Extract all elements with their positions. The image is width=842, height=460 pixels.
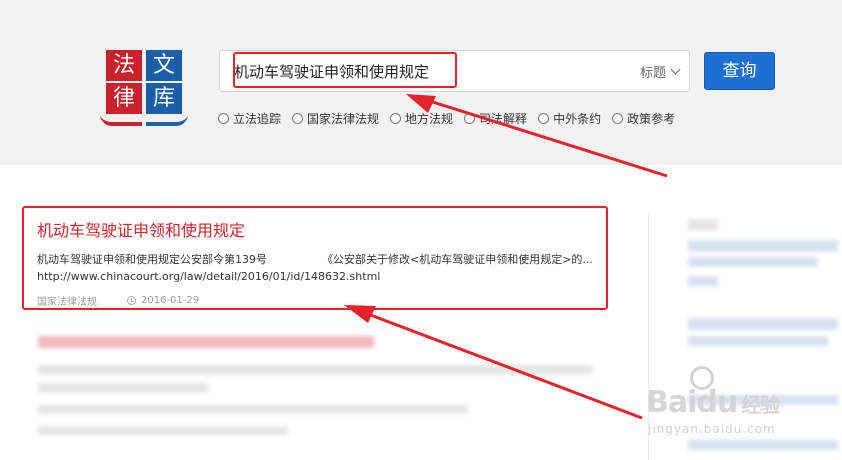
baidu-jingyan-watermark: Baidu 经验 jingyan.baidu.com [640,360,840,460]
radio-label: 国家法律法规 [307,112,380,126]
blurred-line [38,365,593,375]
result-snippet: 机动车驾驶证申领和使用规定公安部令第139号 [37,253,267,266]
result-meta: 国家法律法规 2016-01-29 [37,293,199,308]
field-select[interactable]: 标题 [639,62,681,81]
blurred-line [38,405,468,414]
blurred-line [688,318,838,330]
logo-char-1: 法 [106,50,142,81]
blurred-title [38,336,374,348]
radio-legislation-tracking[interactable]: 立法追踪 [218,110,281,127]
radio-treaties[interactable]: 中外条约 [538,110,601,127]
radio-label: 地方法规 [405,112,454,126]
radio-national-laws[interactable]: 国家法律法规 [292,110,379,127]
radio-icon [464,113,476,124]
blurred-line [688,257,818,267]
blurred-line [688,276,718,286]
site-logo[interactable]: 法 文 律 库 [96,48,192,136]
arrow-to-result [344,305,643,420]
result-url[interactable]: http://www.chinacourt.org/law/detail/201… [37,270,380,283]
result-snippet-continued: 《公安部关于修改<机动车驾驶证申领和使用规定>的... [322,253,593,266]
radio-icon [612,113,624,124]
logo-char-2: 文 [146,50,182,81]
radio-icon [292,113,304,124]
query-button[interactable]: 查询 [704,52,775,90]
radio-local-regulations[interactable]: 地方法规 [390,110,453,127]
radio-judicial-interpretation[interactable]: 司法解释 [464,110,527,127]
search-input[interactable] [234,59,594,83]
radio-icon [390,113,402,124]
watermark-brand: Baidu 经验 [646,385,780,420]
search-result-item: 机动车驾驶证申领和使用规定 机动车驾驶证申领和使用规定公安部令第139号 《公安… [24,208,609,308]
field-select-label: 标题 [639,66,666,81]
category-radio-group: 立法追踪 国家法律法规 地方法规 司法解释 中外条约 政策参考 [218,110,675,127]
watermark-site: jingyan.baidu.com [648,422,776,436]
search-box: 标题 [219,50,690,92]
radio-icon [538,113,550,124]
radio-label: 中外条约 [553,112,602,126]
book-icon [96,110,192,132]
blurred-line [688,219,718,231]
blurred-line [688,240,838,252]
blurred-line [38,383,208,393]
chevron-down-icon [670,64,681,75]
result-title-link[interactable]: 机动车驾驶证申领和使用规定 [37,217,245,241]
blurred-line [38,426,288,435]
result-source: 国家法律法规 [37,297,97,308]
radio-label: 政策参考 [627,112,676,126]
clock-icon [127,296,136,305]
blurred-line [688,336,828,346]
radio-policy-reference[interactable]: 政策参考 [612,110,675,127]
radio-label: 司法解释 [479,112,528,126]
radio-icon [218,113,229,124]
radio-label: 立法追踪 [233,112,282,126]
result-date: 2016-01-29 [141,295,200,306]
header-bar: 法 文 律 库 标题 查询 立法追踪 国家法律法规 地方法规 司法解释 中外条约… [0,0,842,165]
